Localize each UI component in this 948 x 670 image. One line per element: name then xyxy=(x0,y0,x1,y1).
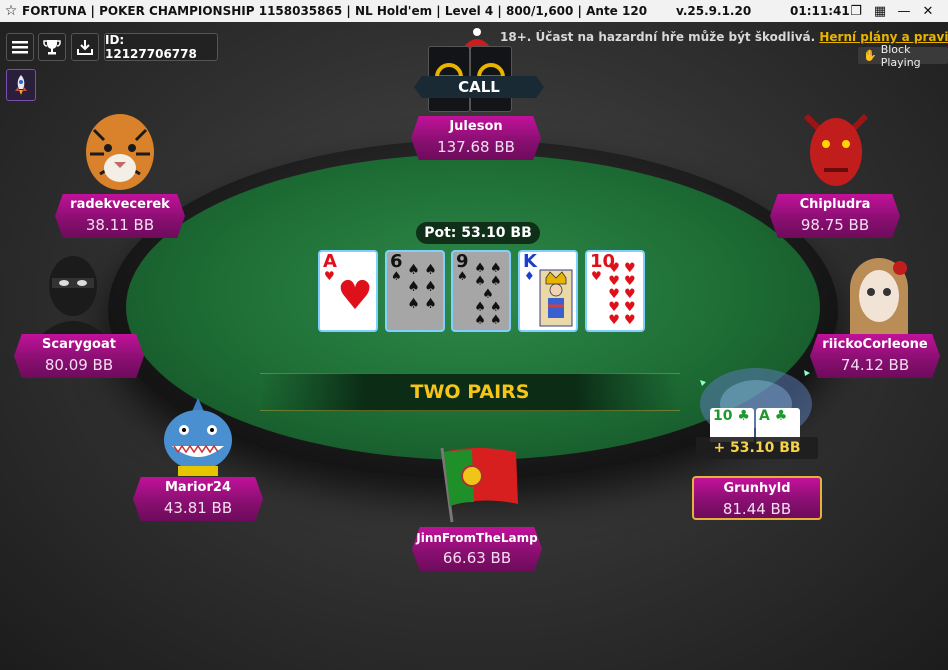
king-face-icon xyxy=(539,269,573,327)
player-stack: 43.81 BB xyxy=(163,499,233,517)
board-card: K ♦ xyxy=(518,250,578,332)
winnings-badge: + 53.10 BB xyxy=(696,437,818,459)
heart-icon: ♥ xyxy=(337,273,373,319)
title-bar: ☆ FORTUNA | POKER CHAMPIONSHIP 115803586… xyxy=(0,0,948,22)
clock: 01:11:41 xyxy=(790,4,850,18)
player-stack: 137.68 BB xyxy=(437,138,515,156)
player-seat-riickocorleone[interactable]: riickoCorleone 74.12 BB xyxy=(810,334,940,378)
star-icon[interactable]: ☆ xyxy=(0,3,22,19)
player-action-badge: CALL xyxy=(414,76,544,98)
spade-pips: ♠ ♠ ♠ ♠ ♠ ♠ ♠ ♠ ♠ xyxy=(474,261,502,328)
card-rank: A xyxy=(759,408,770,424)
player-name: Marior24 xyxy=(164,480,231,495)
player-name: riickoCorleone xyxy=(822,337,928,352)
player-stack: 98.75 BB xyxy=(800,216,870,234)
club-icon: ♣ xyxy=(737,408,750,424)
trophy-icon xyxy=(43,40,61,55)
restore-window-icon[interactable]: ❐ xyxy=(848,4,864,19)
tournament-lobby-button[interactable] xyxy=(38,33,66,61)
player-name: JinnFromTheLamp xyxy=(416,531,538,545)
player-seat-juleson[interactable]: Juleson 137.68 BB xyxy=(411,116,541,160)
player-name: radekvecerek xyxy=(70,197,170,212)
rocket-icon xyxy=(15,75,27,95)
player-name: Chipludra xyxy=(799,197,871,212)
block-playing-label: Block Playing xyxy=(880,42,921,69)
player-stack: 38.11 BB xyxy=(85,216,155,234)
download-button[interactable] xyxy=(71,33,99,61)
player-name: Scarygoat xyxy=(42,337,116,352)
player-seat-scarygoat[interactable]: Scarygoat 80.09 BB xyxy=(14,334,144,378)
card-rank: 10 xyxy=(713,408,733,424)
window-title: FORTUNA | POKER CHAMPIONSHIP 1158035865 … xyxy=(22,4,648,18)
shark-avatar-icon xyxy=(164,398,232,476)
spade-pips: ♠ ♠ ♠ ♠ ♠ ♠ xyxy=(407,262,437,312)
tile-windows-icon[interactable]: ▦ xyxy=(872,4,888,19)
player-seat-marior24[interactable]: Marior24 43.81 BB xyxy=(133,477,263,521)
board-card: 9 ♠ ♠ ♠ ♠ ♠ ♠ ♠ ♠ ♠ ♠ xyxy=(451,250,511,332)
player-seat-radekvecerek[interactable]: radekvecerek 38.11 BB xyxy=(55,194,185,238)
player-name: Grunhyld xyxy=(723,481,791,496)
player-seat-chipludra[interactable]: Chipludra 98.75 BB xyxy=(770,194,900,238)
minimize-icon[interactable]: — xyxy=(896,4,912,19)
player-seat-grunhyld[interactable]: Grunhyld 81.44 BB xyxy=(692,476,822,520)
red-dragon-avatar-icon xyxy=(803,113,869,186)
player-stack: 66.63 BB xyxy=(442,549,512,567)
tiger-avatar-icon xyxy=(86,114,154,190)
hand-icon: ✋ xyxy=(863,49,877,62)
window-controls: ❐ ▦ — ✕ xyxy=(848,4,936,19)
block-playing-button[interactable]: ✋ Block Playing xyxy=(858,43,948,69)
notice-text: 18+. Účast na hazardní hře může být škod… xyxy=(500,30,816,44)
player-name: Juleson xyxy=(449,119,503,134)
player-id: ID: 12127706778 xyxy=(104,33,218,61)
close-icon[interactable]: ✕ xyxy=(920,4,936,19)
board-card: A ♥ ♥ xyxy=(318,250,378,332)
player-stack: 81.44 BB xyxy=(722,500,792,518)
hand-result-banner: TWO PAIRS xyxy=(260,373,680,411)
player-seat-jinnfromthelamp[interactable]: JinnFromTheLamp 66.63 BB xyxy=(412,527,542,571)
pot-label: Pot: 53.10 BB xyxy=(416,222,540,244)
masked-ninja-avatar-icon xyxy=(40,256,106,336)
board-card: 10 ♥ ♥ ♥ ♥ ♥ ♥ ♥ ♥ ♥ ♥ ♥ xyxy=(585,250,645,332)
club-icon: ♣ xyxy=(774,408,788,424)
menu-button[interactable] xyxy=(6,33,34,61)
rocket-button[interactable] xyxy=(6,69,36,101)
hamburger-icon xyxy=(12,41,28,54)
portugal-flag-avatar-icon xyxy=(440,447,518,523)
download-icon xyxy=(77,40,93,55)
board-card: 6 ♠ ♠ ♠ ♠ ♠ ♠ ♠ xyxy=(385,250,445,332)
version-label: v.25.9.1.20 xyxy=(676,4,752,18)
heart-pips: ♥ ♥ ♥ ♥ ♥ ♥ ♥ ♥ ♥ ♥ xyxy=(608,261,636,328)
woman-skull-makeup-avatar-icon xyxy=(850,258,908,336)
player-stack: 74.12 BB xyxy=(840,356,910,374)
player-stack: 80.09 BB xyxy=(44,356,114,374)
